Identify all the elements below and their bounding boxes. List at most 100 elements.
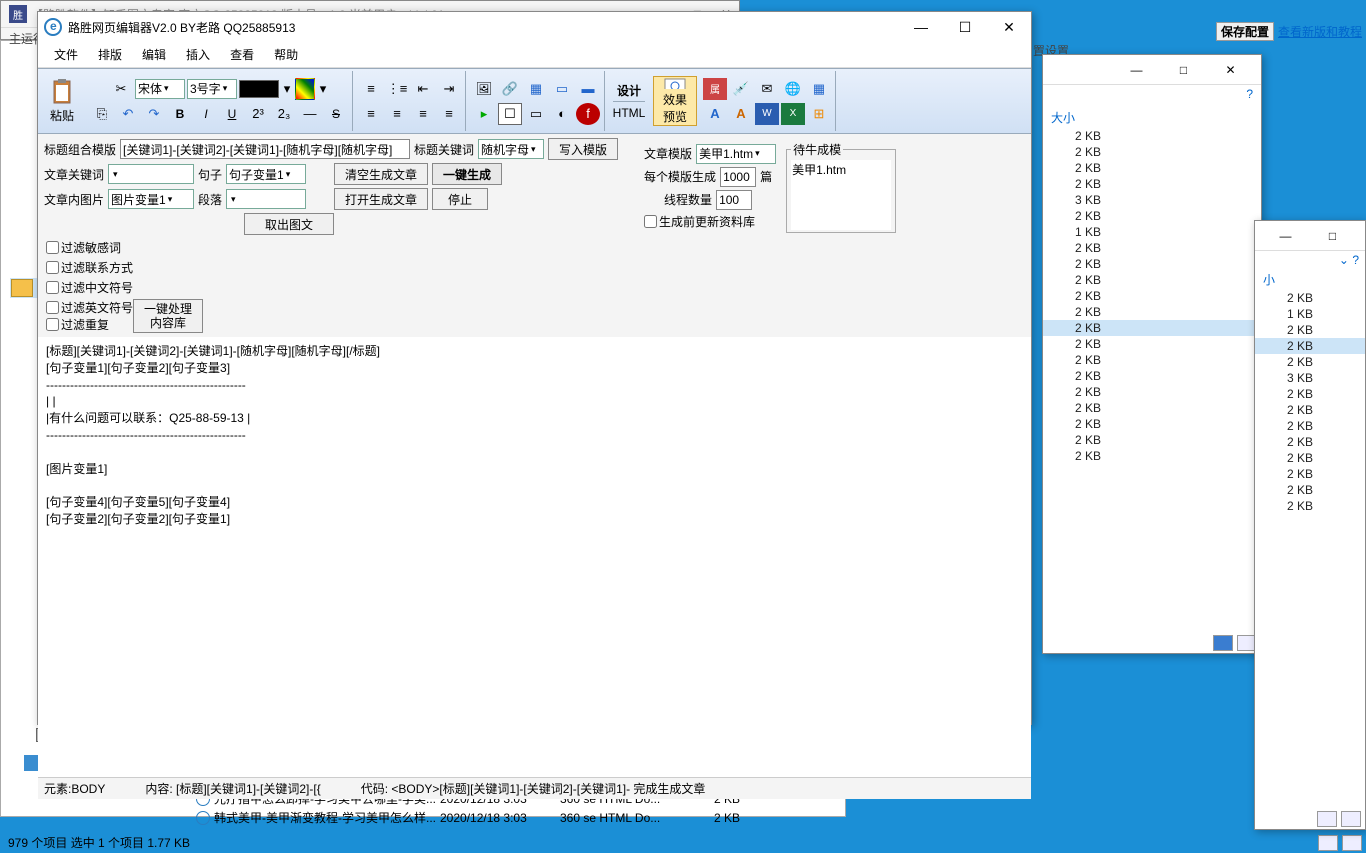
redo-icon[interactable]: ↷	[142, 103, 166, 125]
table-icon[interactable]: ▦	[524, 78, 548, 100]
preview-button[interactable]: 效果 预览	[653, 76, 697, 126]
close-icon[interactable]: ✕	[987, 14, 1031, 40]
list-bullet-icon[interactable]: ⋮≡	[385, 78, 409, 100]
close-icon[interactable]: ✕	[1208, 56, 1253, 84]
list-item[interactable]: 2 KB	[1043, 320, 1261, 336]
sentence-combo[interactable]: 句子变量1▾	[226, 164, 306, 184]
list-item[interactable]: 2 KB	[1255, 498, 1365, 514]
menu-insert[interactable]: 插入	[178, 44, 218, 65]
open-button[interactable]: 打开生成文章	[334, 188, 428, 210]
list-item[interactable]: 2 KB	[1043, 432, 1261, 448]
chevron-down-icon[interactable]: ▾	[317, 78, 329, 100]
list-item[interactable]: 2 KB	[1043, 400, 1261, 416]
help-icon[interactable]: ?	[1352, 253, 1359, 267]
list-item[interactable]: 2 KB	[1043, 384, 1261, 400]
stop-button[interactable]: 停止	[432, 188, 488, 210]
close-icon[interactable]: ✕	[1357, 222, 1366, 250]
align-justify-icon[interactable]: ≡	[437, 103, 461, 125]
align-center-icon[interactable]: ≡	[385, 103, 409, 125]
strike-icon[interactable]: S	[324, 103, 348, 125]
extract-button[interactable]: 取出图文	[244, 213, 334, 235]
outdent-icon[interactable]: ⇤	[411, 78, 435, 100]
bold-icon[interactable]: B	[168, 103, 192, 125]
file-row[interactable]: 韩式美甲-美甲渐变教程-学习美甲怎么样...2020/12/18 3:03360…	[190, 808, 1360, 827]
view-grid-icon[interactable]	[1341, 811, 1361, 827]
list-item[interactable]: 2 KB	[1043, 256, 1261, 272]
help-link[interactable]: 查看新版和教程	[1278, 23, 1362, 40]
para-combo[interactable]: ▾	[226, 189, 306, 209]
list-item[interactable]: 2 KB	[1255, 434, 1365, 450]
maximize-icon[interactable]: □	[1310, 222, 1355, 250]
help-icon[interactable]: ?	[1246, 87, 1253, 101]
list-item[interactable]: 2 KB	[1255, 402, 1365, 418]
a-icon[interactable]: A	[703, 103, 727, 125]
list-item[interactable]: 2 KB	[1043, 240, 1261, 256]
maximize-icon[interactable]: □	[1161, 56, 1206, 84]
view-detail-icon[interactable]	[1317, 811, 1337, 827]
superscript-icon[interactable]: 2³	[246, 103, 270, 125]
size-header[interactable]: 小	[1255, 269, 1365, 290]
list-item[interactable]: 3 KB	[1255, 370, 1365, 386]
size-combo[interactable]: 3号字▾	[187, 79, 237, 99]
filter-checkbox[interactable]	[46, 261, 59, 274]
image-icon[interactable]: 🖼	[472, 78, 496, 100]
list-item[interactable]: 2 KB	[1255, 386, 1365, 402]
list-num-icon[interactable]: ≡	[359, 78, 383, 100]
menu-edit[interactable]: 编辑	[134, 44, 174, 65]
list-item[interactable]: 2 KB	[1255, 354, 1365, 370]
align-left-icon[interactable]: ≡	[359, 103, 383, 125]
italic-icon[interactable]: I	[194, 103, 218, 125]
tmpl-combo[interactable]: 美甲1.htm▾	[696, 144, 776, 164]
flag-icon[interactable]: ▸	[472, 103, 496, 125]
design-button[interactable]: 设计 HTML	[607, 76, 651, 126]
hr-icon[interactable]: —	[298, 103, 322, 125]
update-checkbox[interactable]	[644, 215, 657, 228]
menu-help[interactable]: 帮助	[266, 44, 306, 65]
minimize-icon[interactable]: —	[1263, 222, 1308, 250]
clear-button[interactable]: 清空生成文章	[334, 163, 428, 185]
chevron-down-icon[interactable]: ▾	[281, 78, 293, 100]
generate-button[interactable]: 一键生成	[432, 163, 502, 185]
list-item[interactable]: 2 KB	[1043, 416, 1261, 432]
process-button[interactable]: 一键处理 内容库	[133, 299, 203, 333]
flash-icon[interactable]: f	[576, 103, 600, 125]
copy-icon[interactable]: ⎘	[90, 103, 114, 125]
word-icon[interactable]: W	[755, 103, 779, 125]
art-kw-combo[interactable]: ▾	[108, 164, 194, 184]
menu-view[interactable]: 查看	[222, 44, 262, 65]
media-icon[interactable]: ◐	[550, 103, 574, 125]
list-item[interactable]: 3 KB	[1043, 192, 1261, 208]
checkbox-icon[interactable]: ☐	[498, 103, 522, 125]
minimize-icon[interactable]: —	[899, 14, 943, 40]
undo-icon[interactable]: ↶	[116, 103, 140, 125]
list-item[interactable]: 2 KB	[1043, 128, 1261, 144]
select-icon[interactable]: ▭	[524, 103, 548, 125]
minimize-icon[interactable]: —	[1114, 56, 1159, 84]
picker-icon[interactable]: 💉	[729, 78, 753, 100]
mail-icon[interactable]: ✉	[755, 78, 779, 100]
color-picker[interactable]	[239, 80, 279, 98]
filter-checkbox[interactable]	[46, 281, 59, 294]
align-right-icon[interactable]: ≡	[411, 103, 435, 125]
list-item[interactable]: 2 KB	[1255, 338, 1365, 354]
img-combo[interactable]: 图片变量1▾	[108, 189, 194, 209]
underline-icon[interactable]: U	[220, 103, 244, 125]
filter-checkbox[interactable]	[46, 301, 59, 314]
style-icon[interactable]: ▦	[807, 78, 831, 100]
list-item[interactable]: 2 KB	[1255, 466, 1365, 482]
list-item[interactable]: 2 KB	[1043, 176, 1261, 192]
filter-checkbox[interactable]	[46, 318, 59, 331]
list-item[interactable]: 2 KB	[1043, 288, 1261, 304]
link-icon[interactable]: 🔗	[498, 78, 522, 100]
form-icon[interactable]: ▭	[550, 78, 574, 100]
list-item[interactable]: 2 KB	[1043, 304, 1261, 320]
list-item[interactable]: 2 KB	[1043, 144, 1261, 160]
save-config-button[interactable]: 保存配置	[1216, 22, 1274, 41]
size-header[interactable]: 大小	[1043, 107, 1261, 128]
list-item[interactable]: 2 KB	[1043, 336, 1261, 352]
filter-checkbox[interactable]	[46, 241, 59, 254]
list-item[interactable]: 2 KB	[1043, 448, 1261, 464]
editor-body[interactable]: [标题][关键词1]-[关键词2]-[关键词1]-[随机字母][随机字母][/标…	[38, 337, 1031, 777]
threads-input[interactable]	[716, 190, 752, 210]
font-combo[interactable]: 宋体▾	[135, 79, 185, 99]
